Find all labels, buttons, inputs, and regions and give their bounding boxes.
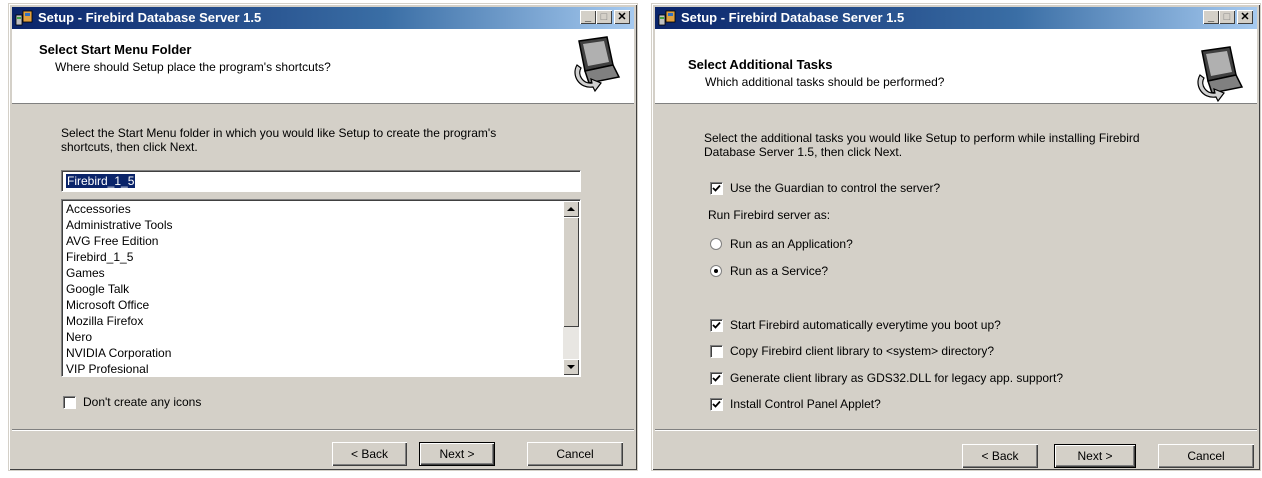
arrow-down-icon xyxy=(567,365,575,369)
page-title: Select Start Menu Folder xyxy=(39,42,192,57)
no-icons-checkbox[interactable] xyxy=(63,396,76,409)
checkmark-icon xyxy=(712,374,721,382)
title-bar[interactable]: Setup - Firebird Database Server 1.5 _ □… xyxy=(12,7,634,29)
instructions-line-1: Select the Start Menu folder in which yo… xyxy=(61,126,497,140)
control-panel-checkbox[interactable] xyxy=(710,398,723,411)
checkmark-icon xyxy=(712,184,721,192)
setup-window-start-menu: Setup - Firebird Database Server 1.5 _ □… xyxy=(8,3,638,471)
minimize-button[interactable]: _ xyxy=(580,10,596,24)
autostart-label[interactable]: Start Firebird automatically everytime y… xyxy=(730,318,1001,332)
gds32-checkbox[interactable] xyxy=(710,372,723,385)
next-button[interactable]: Next > xyxy=(1054,444,1136,468)
folder-list-item[interactable]: Microsoft Office xyxy=(66,297,149,313)
folder-list-item[interactable]: NVIDIA Corporation xyxy=(66,345,171,361)
folder-name-input[interactable]: Firebird_1_5 xyxy=(61,170,581,192)
folder-list-item[interactable]: Accessories xyxy=(66,201,131,217)
page-title: Select Additional Tasks xyxy=(688,57,833,72)
page-subtitle: Which additional tasks should be perform… xyxy=(705,75,945,89)
copy-client-label[interactable]: Copy Firebird client library to <system>… xyxy=(730,344,994,358)
next-button[interactable]: Next > xyxy=(419,442,495,466)
folder-listbox[interactable]: Accessories Administrative Tools AVG Free … xyxy=(61,199,581,377)
folder-list-item[interactable]: Games xyxy=(66,265,105,281)
run-as-service-label[interactable]: Run as a Service? xyxy=(730,264,828,278)
scroll-down-button[interactable] xyxy=(563,359,579,375)
footer-separator xyxy=(655,429,1257,431)
page-subtitle: Where should Setup place the program's s… xyxy=(55,60,331,74)
maximize-button[interactable]: □ xyxy=(1219,10,1235,24)
maximize-button[interactable]: □ xyxy=(596,10,612,24)
folder-list-item[interactable]: Nero xyxy=(66,329,92,345)
instructions-line-1: Select the additional tasks you would li… xyxy=(704,131,1140,145)
close-button[interactable]: ✕ xyxy=(614,10,630,24)
minimize-button[interactable]: _ xyxy=(1203,10,1219,24)
setup-computer-icon xyxy=(573,35,625,93)
listbox-scrollbar[interactable] xyxy=(563,201,579,375)
back-button[interactable]: < Back xyxy=(332,442,407,466)
scroll-thumb[interactable] xyxy=(563,217,579,327)
wizard-header: Select Start Menu Folder Where should Se… xyxy=(12,29,634,104)
close-button[interactable]: ✕ xyxy=(1237,10,1253,24)
gds32-label[interactable]: Generate client library as GDS32.DLL for… xyxy=(730,371,1063,385)
checkmark-icon xyxy=(712,400,721,408)
guardian-label[interactable]: Use the Guardian to control the server? xyxy=(730,181,940,195)
footer-separator xyxy=(12,429,634,431)
folder-list-item[interactable]: Firebird_1_5 xyxy=(66,249,133,265)
setup-app-icon xyxy=(658,10,676,26)
setup-window-additional-tasks: Setup - Firebird Database Server 1.5 _ □… xyxy=(651,3,1261,471)
control-panel-label[interactable]: Install Control Panel Applet? xyxy=(730,397,881,411)
scroll-up-button[interactable] xyxy=(563,201,579,217)
radio-selected-dot xyxy=(714,269,718,273)
instructions-text: Select the Start Menu folder in which yo… xyxy=(61,126,496,154)
folder-list-item[interactable]: AVG Free Edition xyxy=(66,233,158,249)
setup-app-icon xyxy=(15,10,33,26)
copy-client-checkbox[interactable] xyxy=(710,345,723,358)
instructions-line-2: shortcuts, then click Next. xyxy=(61,140,198,154)
arrow-up-icon xyxy=(567,207,575,211)
back-button[interactable]: < Back xyxy=(962,444,1038,468)
no-icons-label[interactable]: Don't create any icons xyxy=(83,395,201,409)
title-bar[interactable]: Setup - Firebird Database Server 1.5 _ □… xyxy=(655,7,1257,29)
checkmark-icon xyxy=(712,321,721,329)
guardian-checkbox[interactable] xyxy=(710,182,723,195)
window-title: Setup - Firebird Database Server 1.5 xyxy=(38,10,262,25)
setup-computer-icon xyxy=(1196,45,1248,103)
run-as-label: Run Firebird server as: xyxy=(708,208,831,222)
folder-list-item[interactable]: Administrative Tools xyxy=(66,217,173,233)
folder-list-item[interactable]: Google Talk xyxy=(66,281,129,297)
run-as-service-radio[interactable] xyxy=(710,265,722,277)
run-as-application-radio[interactable] xyxy=(710,238,722,250)
autostart-checkbox[interactable] xyxy=(710,319,723,332)
window-title: Setup - Firebird Database Server 1.5 xyxy=(681,10,905,25)
instructions-text: Select the additional tasks you would li… xyxy=(704,131,1140,159)
run-as-application-label[interactable]: Run as an Application? xyxy=(730,237,853,251)
folder-list-item[interactable]: VIP Profesional xyxy=(66,361,149,376)
cancel-button[interactable]: Cancel xyxy=(527,442,623,466)
cancel-button[interactable]: Cancel xyxy=(1158,444,1254,468)
folder-name-value: Firebird_1_5 xyxy=(66,174,136,188)
folder-list-item[interactable]: Mozilla Firefox xyxy=(66,313,143,329)
wizard-header: Select Additional Tasks Which additional… xyxy=(655,29,1257,104)
instructions-line-2: Database Server 1.5, then click Next. xyxy=(704,145,903,159)
